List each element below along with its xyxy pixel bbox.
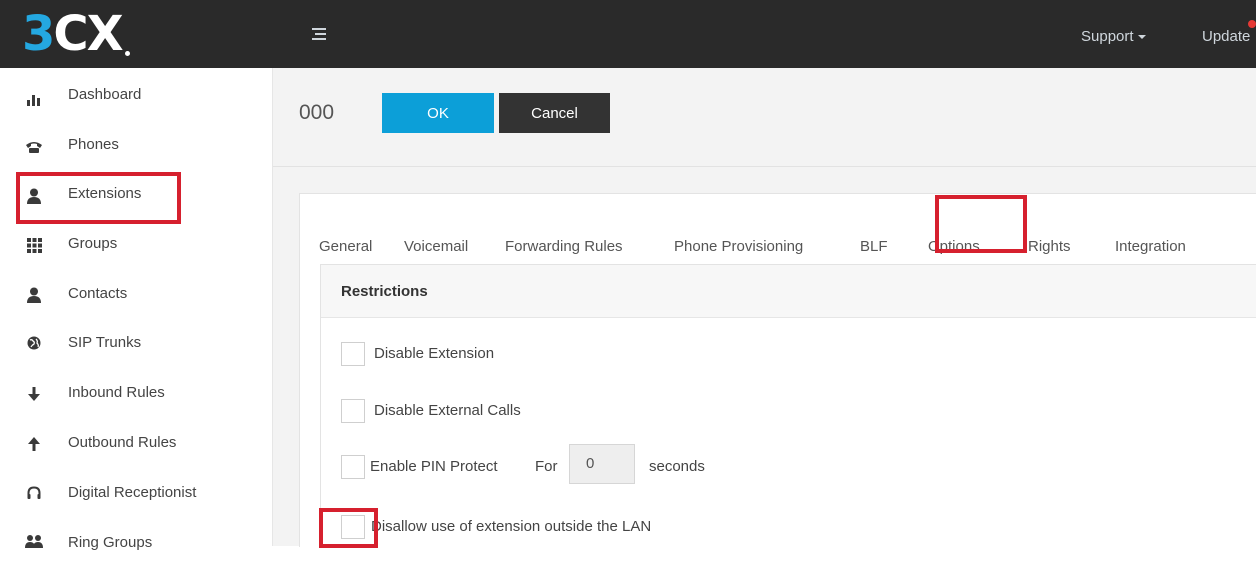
logo-cx: CX xyxy=(53,6,123,62)
list-icon[interactable] xyxy=(312,28,326,40)
user-icon xyxy=(25,286,43,304)
sidebar-item-ring-groups[interactable]: Ring Groups xyxy=(0,522,272,570)
tab-forwarding-rules[interactable]: Forwarding Rules xyxy=(505,238,623,255)
sidebar-item-extensions[interactable]: Extensions xyxy=(0,172,272,220)
logo-dot xyxy=(124,50,130,56)
disable-extension-checkbox[interactable] xyxy=(341,342,365,366)
3cx-logo[interactable]: 3 CX xyxy=(22,8,130,60)
users-icon xyxy=(25,532,43,550)
sidebar-item-label: Contacts xyxy=(68,285,128,302)
content-area: General Voicemail Forwarding Rules Phone… xyxy=(273,167,1256,548)
seconds-label: seconds xyxy=(649,458,705,475)
tab-rights[interactable]: Rights xyxy=(1028,238,1071,255)
sidebar-item-label: Dashboard xyxy=(68,86,142,103)
sidebar-item-contacts[interactable]: Contacts xyxy=(0,272,272,320)
user-icon xyxy=(25,187,43,205)
sidebar-item-label: Outbound Rules xyxy=(68,434,177,451)
disable-external-calls-checkbox[interactable] xyxy=(341,399,365,423)
sidebar-item-dashboard[interactable]: Dashboard xyxy=(0,72,272,120)
top-bar: 3 CX Support Update xyxy=(0,0,1256,68)
bar-chart-icon xyxy=(25,90,43,108)
sidebar-item-label: Extensions xyxy=(68,185,142,202)
sidebar-item-sip-trunks[interactable]: SIP Trunks xyxy=(0,322,272,370)
disallow-outside-lan-label: Disallow use of extension outside the LA… xyxy=(371,518,652,535)
cancel-button[interactable]: Cancel xyxy=(499,93,610,133)
tab-voicemail[interactable]: Voicemail xyxy=(404,238,468,255)
support-menu[interactable]: Support xyxy=(1081,28,1146,45)
restrictions-header: Restrictions xyxy=(321,265,1256,318)
sidebar-item-digital-receptionist[interactable]: Digital Receptionist xyxy=(0,472,272,520)
tab-blf[interactable]: BLF xyxy=(860,238,888,255)
restrictions-card: Restrictions Disable Extension Disable E… xyxy=(320,264,1256,548)
sidebar-item-label: Digital Receptionist xyxy=(68,484,197,501)
extension-header: 000 OK Cancel xyxy=(273,68,1256,167)
grid-icon xyxy=(25,236,43,254)
logo-3: 3 xyxy=(22,6,55,62)
enable-pin-protect-label: Enable PIN Protect xyxy=(370,458,498,475)
notification-badge xyxy=(1248,20,1256,28)
caret-down-icon xyxy=(1137,35,1146,40)
sidebar: Dashboard Phones Extensions Groups Conta… xyxy=(0,68,273,551)
tab-integration[interactable]: Integration xyxy=(1115,238,1186,255)
pin-for-label: For xyxy=(535,458,558,475)
extension-number: 000 xyxy=(299,101,335,124)
headset-icon xyxy=(25,484,43,502)
sidebar-item-label: Ring Groups xyxy=(68,534,153,551)
sidebar-item-label: SIP Trunks xyxy=(68,334,142,351)
phone-icon xyxy=(25,138,43,156)
support-label: Support xyxy=(1081,28,1134,45)
tab-options[interactable]: Options xyxy=(928,238,980,255)
tab-panel: General Voicemail Forwarding Rules Phone… xyxy=(299,193,1256,548)
sidebar-item-inbound-rules[interactable]: Inbound Rules xyxy=(0,372,272,420)
globe-icon xyxy=(25,334,43,352)
pin-seconds-input[interactable]: 0 xyxy=(569,444,635,484)
sidebar-item-label: Phones xyxy=(68,136,119,153)
updates-label: Update xyxy=(1202,28,1251,45)
sidebar-item-label: Inbound Rules xyxy=(68,384,165,401)
sidebar-item-groups[interactable]: Groups xyxy=(0,222,272,270)
tab-options-label: Options xyxy=(928,238,980,255)
sidebar-item-label: Groups xyxy=(68,235,118,252)
tab-general[interactable]: General xyxy=(319,238,372,255)
restrictions-title: Restrictions xyxy=(341,283,428,300)
updates-link[interactable]: Update xyxy=(1202,28,1250,45)
arrow-down-icon xyxy=(25,385,43,403)
sidebar-item-phones[interactable]: Phones xyxy=(0,122,272,170)
ok-button[interactable]: OK xyxy=(382,93,494,133)
disallow-outside-lan-checkbox[interactable] xyxy=(341,515,365,539)
disable-extension-label: Disable Extension xyxy=(374,345,495,362)
arrow-up-icon xyxy=(25,435,43,453)
sidebar-item-outbound-rules[interactable]: Outbound Rules xyxy=(0,422,272,470)
disable-external-calls-label: Disable External Calls xyxy=(374,402,521,419)
tab-phone-provisioning[interactable]: Phone Provisioning xyxy=(674,238,803,255)
enable-pin-protect-checkbox[interactable] xyxy=(341,455,365,479)
